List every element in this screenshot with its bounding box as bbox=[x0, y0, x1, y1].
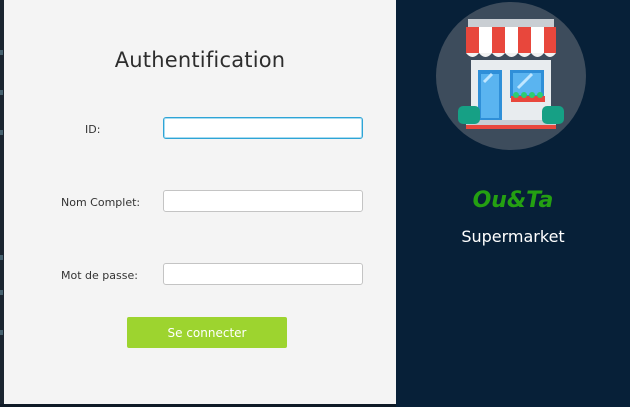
login-panel: Authentification ID: Nom Complet: Mot de… bbox=[4, 0, 396, 404]
brand-subtitle: Supermarket bbox=[461, 227, 565, 246]
full-name-input[interactable] bbox=[163, 190, 363, 212]
brand-panel: Ou&Ta Supermarket bbox=[396, 0, 630, 407]
password-input[interactable] bbox=[163, 263, 363, 285]
password-label: Mot de passe: bbox=[61, 269, 138, 282]
id-label: ID: bbox=[85, 123, 101, 136]
login-title: Authentification bbox=[114, 48, 286, 72]
id-input[interactable] bbox=[163, 117, 363, 139]
full-name-label: Nom Complet: bbox=[61, 196, 141, 209]
brand-name: Ou&Ta bbox=[472, 188, 554, 213]
store-icon bbox=[458, 19, 564, 129]
store-logo bbox=[436, 2, 586, 150]
connect-button[interactable]: Se connecter bbox=[127, 317, 287, 348]
